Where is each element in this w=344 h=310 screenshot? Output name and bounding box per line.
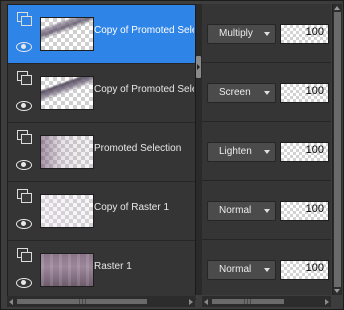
lock-icon[interactable]	[16, 188, 32, 203]
scrollbar-thumb[interactable]	[334, 12, 341, 287]
panel-splitter[interactable]	[195, 4, 202, 295]
layer-thumbnail	[40, 194, 94, 228]
layer-properties: Multiply 100 Screen 100 Lighten 100 Norm…	[202, 4, 331, 299]
layer-row[interactable]: Copy of Promoted Selection	[8, 64, 196, 123]
opacity-value: 100	[305, 26, 324, 38]
collapse-arrow-icon[interactable]	[196, 56, 201, 78]
scroll-left-icon[interactable]	[204, 299, 208, 305]
opacity-field[interactable]: 100	[280, 24, 329, 44]
blend-mode-dropdown[interactable]: Multiply	[207, 24, 276, 44]
chevron-down-icon	[264, 91, 270, 95]
eye-icon[interactable]	[16, 275, 32, 289]
horizontal-scrollbar-right[interactable]	[202, 296, 331, 307]
blend-mode-value: Lighten	[219, 146, 252, 157]
scroll-right-icon[interactable]	[325, 299, 329, 305]
blend-mode-value: Normal	[219, 264, 252, 275]
layer-row[interactable]: Promoted Selection	[8, 123, 196, 182]
opacity-value: 100	[305, 144, 324, 156]
blend-mode-dropdown[interactable]: Normal	[207, 201, 276, 221]
layer-row[interactable]: Raster 1	[8, 241, 196, 300]
layer-properties-row: Normal 100	[202, 240, 331, 299]
blend-mode-value: Screen	[219, 87, 251, 98]
blend-mode-value: Multiply	[219, 28, 253, 39]
layer-name: Copy of Promoted Selection	[94, 84, 194, 95]
opacity-field[interactable]: 100	[280, 83, 329, 103]
layer-thumbnail	[40, 253, 94, 287]
chevron-down-icon	[264, 150, 270, 154]
blend-mode-value: Normal	[219, 205, 252, 216]
lock-icon[interactable]	[16, 70, 32, 85]
opacity-field[interactable]: 100	[280, 201, 329, 221]
eye-icon[interactable]	[16, 39, 32, 53]
opacity-value: 100	[305, 203, 324, 215]
layer-name: Promoted Selection	[94, 143, 182, 154]
lock-icon[interactable]	[16, 129, 32, 144]
blend-mode-dropdown[interactable]: Lighten	[207, 142, 276, 162]
layer-name: Copy of Promoted Selection	[94, 25, 194, 36]
eye-icon[interactable]	[16, 216, 32, 230]
layer-list: Copy of Promoted Selection Copy of Promo…	[7, 4, 196, 300]
chevron-down-icon	[264, 209, 270, 213]
eye-icon[interactable]	[16, 98, 32, 112]
scroll-right-icon[interactable]	[189, 299, 193, 305]
opacity-value: 100	[305, 262, 324, 274]
horizontal-scrollbar-left[interactable]	[7, 296, 195, 307]
layer-thumbnail	[40, 17, 94, 51]
blend-mode-dropdown[interactable]: Normal	[207, 260, 276, 280]
opacity-field[interactable]: 100	[280, 260, 329, 280]
opacity-value: 100	[305, 85, 324, 97]
layer-properties-row: Normal 100	[202, 181, 331, 240]
layer-name: Raster 1	[94, 261, 132, 272]
layer-thumbnail	[40, 135, 94, 169]
layer-row[interactable]: Copy of Promoted Selection	[8, 5, 196, 64]
chevron-down-icon	[264, 32, 270, 36]
chevron-down-icon	[264, 268, 270, 272]
vertical-scrollbar[interactable]	[332, 4, 342, 295]
layer-properties-row: Multiply 100	[202, 4, 331, 63]
layers-palette: Copy of Promoted Selection Copy of Promo…	[0, 0, 344, 310]
lock-icon[interactable]	[16, 11, 32, 26]
scroll-left-icon[interactable]	[9, 299, 13, 305]
layer-row[interactable]: Copy of Raster 1	[8, 182, 196, 241]
blend-mode-dropdown[interactable]: Screen	[207, 83, 276, 103]
scroll-up-icon[interactable]	[334, 6, 340, 10]
lock-icon[interactable]	[16, 247, 32, 262]
layer-properties-row: Lighten 100	[202, 122, 331, 181]
eye-icon[interactable]	[16, 157, 32, 171]
layer-name: Copy of Raster 1	[94, 202, 170, 213]
layer-thumbnail	[40, 76, 94, 110]
layer-properties-row: Screen 100	[202, 63, 331, 122]
scroll-down-icon[interactable]	[334, 289, 340, 293]
scrollbar-thumb[interactable]	[212, 299, 284, 304]
opacity-field[interactable]: 100	[280, 142, 329, 162]
